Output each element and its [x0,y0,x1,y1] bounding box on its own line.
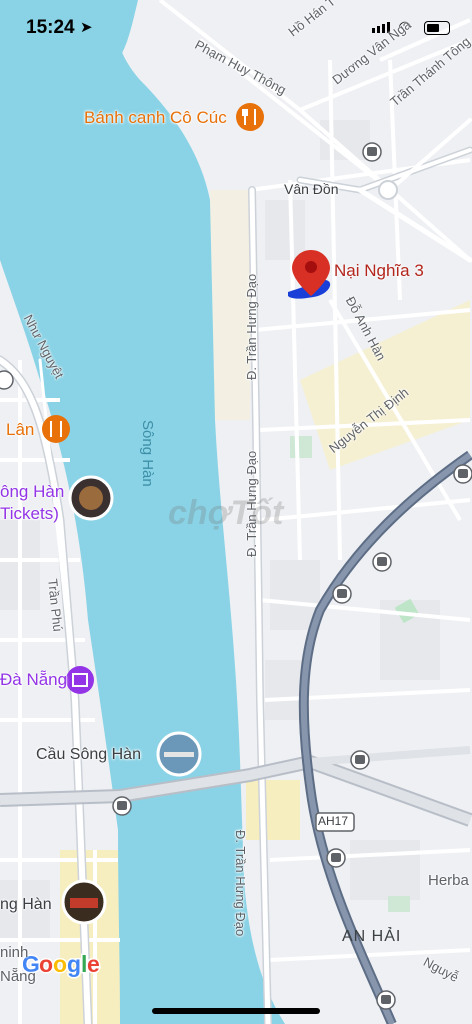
svg-text:e: e [87,951,100,977]
street-label-van-don: Vân Đồn [284,181,339,197]
home-indicator[interactable] [152,1008,320,1014]
place-label-song-han-bottom[interactable]: ng Hàn [0,896,52,914]
restaurant-icon[interactable] [236,103,264,131]
location-arrow-icon: ➤ [80,19,93,36]
place-label-an-hai: AN HẢI [342,928,402,945]
museum-icon[interactable] [66,666,94,694]
street-label-tran-hung-dao-3: Đ. Trần Hưng Đạo [233,830,248,937]
place-label-da-nang[interactable]: Đà Nẵng [0,670,67,690]
battery-icon [424,21,450,35]
place-label-tickets[interactable]: Tickets) [0,504,59,524]
place-label-herba[interactable]: Herba [428,872,469,889]
restaurant-icon-2[interactable] [42,415,70,443]
street-label-tran-hung-dao-1: Đ. Trần Hưng Đạo [244,273,259,380]
svg-text:g: g [67,951,81,977]
place-label-lan[interactable]: Lân [6,420,34,440]
status-time: 15:24 [26,17,75,38]
place-label-cau-song-han[interactable]: Cầu Sông Hàn [36,746,141,764]
place-label-minh: ninh [0,944,29,961]
svg-text:o: o [53,951,67,977]
svg-text:o: o [39,951,53,977]
place-label-song-han-tickets[interactable]: ông Hàn [0,482,64,502]
place-label-banh-canh[interactable]: Bánh canh Cô Cúc [84,108,227,128]
place-label-nang: Nẵng [0,968,36,985]
pin-label[interactable]: Nại Nghĩa 3 [334,261,424,281]
watermark: chợTốt [168,494,284,532]
highway-ah17-label: AH17 [318,814,349,828]
river-label-song-han: Sông Hàn [139,420,156,487]
